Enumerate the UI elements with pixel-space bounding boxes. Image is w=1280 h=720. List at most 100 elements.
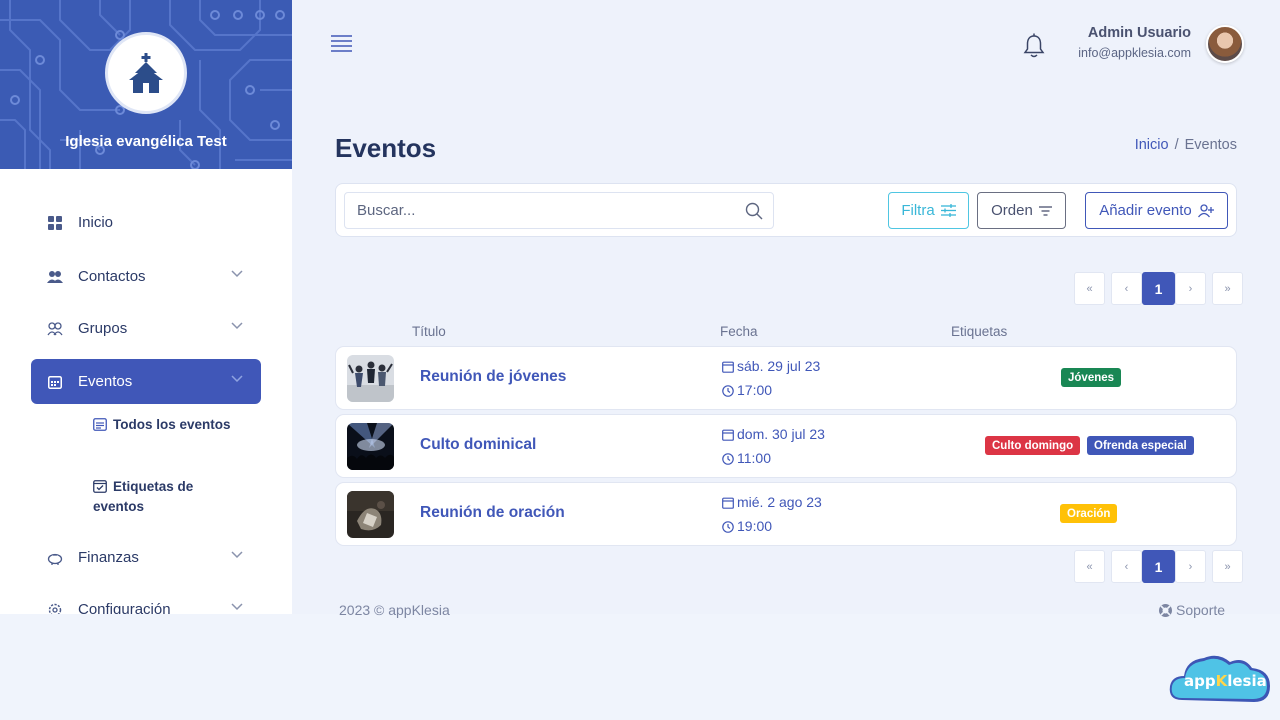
table-row[interactable]: Culto dominical dom. 30 jul 23 11:00 Cul… [335,414,1237,478]
sidebar-subitem-label: Todos los eventos [113,417,231,432]
svg-text:appKlesia: appKlesia [1184,672,1267,690]
footer-copyright: 2023 © appKlesia [339,602,450,618]
pagination-bottom: « ‹ 1 › » [1074,550,1243,583]
sidebar-item-label: Eventos [78,373,133,390]
user-name[interactable]: Admin Usuario [1088,25,1191,41]
sidebar-item-finanzas[interactable]: Finanzas [31,535,261,580]
group-icon [47,321,63,337]
tag-badge[interactable]: Oración [1060,504,1118,523]
table-row[interactable]: Reunión de jóvenes sáb. 29 jul 23 17:00 … [335,346,1237,410]
page-first-button[interactable]: « [1074,550,1105,583]
page-first-button[interactable]: « [1074,272,1105,305]
page-next-button[interactable]: › [1175,272,1206,305]
add-user-icon [1197,203,1214,217]
lifebuoy-icon [1159,604,1172,617]
app-shell: Iglesia evangélica Test Inicio Contactos [0,0,1280,618]
page-last-button[interactable]: » [1212,272,1243,305]
page-current-button[interactable]: 1 [1142,550,1175,583]
clock-icon [722,521,734,533]
chevron-down-icon [231,551,243,559]
calendar-check-icon [93,479,107,493]
calendar-icon [722,361,734,373]
sidebar-item-grupos[interactable]: Grupos [31,306,261,351]
breadcrumb-current: Eventos [1184,137,1237,153]
sidebar-header: Iglesia evangélica Test [0,0,292,169]
event-title-link[interactable]: Culto dominical [420,436,536,454]
page-prev-button[interactable]: ‹ [1111,272,1142,305]
order-button[interactable]: Orden [977,192,1066,229]
pagination-top: « ‹ 1 › » [1074,272,1243,305]
events-toolbar: Filtra Orden Añadir evento [335,183,1237,237]
tag-badge[interactable]: Ofrenda especial [1087,436,1194,455]
page-next-button[interactable]: › [1175,550,1206,583]
column-header-date[interactable]: Fecha [720,324,758,339]
user-email: info@appklesia.com [1078,46,1191,60]
sort-icon [1038,205,1052,216]
church-icon [129,53,163,93]
sidebar-item-label: Finanzas [78,549,139,566]
chevron-down-icon [231,603,243,611]
users-icon [47,269,63,285]
sidebar-item-inicio[interactable]: Inicio [31,200,261,245]
menu-toggle-icon[interactable] [331,34,352,52]
breadcrumb-home-link[interactable]: Inicio [1135,137,1169,153]
sidebar-subitem-label: Etiquetas de eventos [93,479,194,514]
grid-icon [47,215,63,231]
bell-icon[interactable] [1023,33,1045,59]
chevron-down-icon [231,375,243,383]
brand-text-post: lesia [1227,672,1267,690]
table-row[interactable]: Reunión de oración mié. 2 ago 23 19:00 O… [335,482,1237,546]
column-header-tags: Etiquetas [951,324,1008,339]
calendar-icon [722,497,734,509]
page-prev-button[interactable]: ‹ [1111,550,1142,583]
support-link[interactable]: Soporte [1158,602,1225,618]
event-time: 19:00 [722,518,772,534]
church-logo [105,32,187,114]
tag-badge[interactable]: Culto domingo [985,436,1081,455]
sidebar-subitem-todos-eventos[interactable]: Todos los eventos [93,415,233,435]
event-date-text: mié. 2 ago 23 [737,494,822,510]
event-time-text: 17:00 [737,382,773,398]
clock-icon [722,453,734,465]
filter-button-label: Filtra [901,202,935,219]
event-date: mié. 2 ago 23 [722,494,822,510]
event-date: dom. 30 jul 23 [722,426,825,442]
sidebar-item-label: Contactos [78,268,146,285]
tag-badge[interactable]: Jóvenes [1061,368,1122,387]
event-title-link[interactable]: Reunión de oración [420,504,565,522]
calendar-list-icon [93,417,107,431]
event-thumbnail [347,423,394,470]
sidebar-subitem-etiquetas-eventos[interactable]: Etiquetas de eventos [93,477,233,517]
event-time-text: 19:00 [737,518,773,534]
clock-icon [722,385,734,397]
event-date-text: dom. 30 jul 23 [737,426,825,442]
sidebar-item-label: Inicio [78,214,114,231]
appklesia-logo: appKlesia [1168,650,1272,708]
event-thumbnail [347,355,394,402]
order-button-label: Orden [991,202,1033,219]
page-current-button[interactable]: 1 [1142,272,1175,305]
filter-button[interactable]: Filtra [888,192,969,229]
event-date: sáb. 29 jul 23 [722,358,820,374]
column-header-title[interactable]: Título [412,324,446,339]
chevron-down-icon [231,270,243,278]
sidebar-item-contactos[interactable]: Contactos [31,254,261,299]
breadcrumb-separator: / [1174,137,1179,153]
event-title-link[interactable]: Reunión de jóvenes [420,368,566,386]
sidebar: Iglesia evangélica Test Inicio Contactos [0,0,292,614]
avatar[interactable] [1206,25,1244,63]
search-box [344,192,774,229]
sidebar-item-configuracion[interactable]: Configuración [31,587,261,614]
gear-icon [47,602,63,614]
add-event-button-label: Añadir evento [1099,202,1192,219]
event-time: 17:00 [722,382,772,398]
support-label: Soporte [1176,602,1226,618]
search-icon[interactable] [745,202,763,220]
sidebar-item-eventos[interactable]: Eventos [31,359,261,404]
breadcrumb: Inicio / Eventos [1135,137,1237,153]
add-event-button[interactable]: Añadir evento [1085,192,1228,229]
search-input[interactable] [345,193,725,228]
page-last-button[interactable]: » [1212,550,1243,583]
event-date-text: sáb. 29 jul 23 [737,358,821,374]
brand-text-pre: app [1184,672,1216,690]
